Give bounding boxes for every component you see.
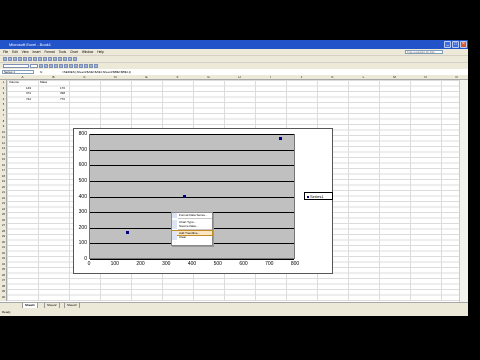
cell-a4[interactable]: 742 bbox=[26, 97, 31, 102]
x-tick-label: 100 bbox=[110, 261, 119, 267]
menu-chart[interactable]: Chart bbox=[70, 50, 78, 54]
maximize-button[interactable]: □ bbox=[452, 41, 459, 48]
drawing-icon[interactable] bbox=[73, 57, 77, 61]
italic-icon[interactable] bbox=[44, 64, 48, 68]
preview-icon[interactable] bbox=[23, 57, 27, 61]
sort-icon[interactable] bbox=[63, 57, 67, 61]
cell-a1[interactable]: Volume bbox=[9, 80, 19, 85]
menu-view[interactable]: View bbox=[22, 50, 29, 54]
y-tick-label: 600 bbox=[78, 162, 87, 169]
status-bar: Ready bbox=[0, 308, 468, 316]
cut-icon[interactable] bbox=[33, 57, 37, 61]
undo-icon[interactable] bbox=[48, 57, 52, 61]
legend-series-label: Series1 bbox=[310, 194, 324, 199]
font-size-select[interactable] bbox=[30, 64, 38, 68]
vertical-scrollbar[interactable] bbox=[459, 80, 468, 302]
x-tick-label: 700 bbox=[265, 261, 274, 267]
cell-b3[interactable]: 398 bbox=[60, 91, 65, 96]
legend-marker-icon bbox=[307, 195, 309, 198]
sum-icon[interactable] bbox=[58, 57, 62, 61]
x-tick-label: 0 bbox=[87, 261, 91, 267]
y-tick-label: 100 bbox=[78, 240, 87, 247]
menu-insert[interactable]: Insert bbox=[33, 50, 41, 54]
y-tick-label: 400 bbox=[78, 193, 87, 200]
bold-icon[interactable] bbox=[39, 64, 43, 68]
cell-b2[interactable]: 170 bbox=[60, 86, 65, 91]
menu-clear[interactable]: Clear bbox=[172, 235, 212, 240]
help-search-box[interactable]: Type a question for help bbox=[405, 50, 443, 54]
name-box[interactable]: Series 1 bbox=[2, 70, 34, 74]
window-title: Microsoft Excel - Book1 bbox=[9, 42, 52, 47]
paste-icon[interactable] bbox=[43, 57, 47, 61]
merge-icon[interactable] bbox=[69, 64, 73, 68]
y-tick-label: 200 bbox=[78, 224, 87, 231]
context-menu: Format Data Series... Chart Type... Sour… bbox=[171, 212, 213, 246]
row-headers: 1 2 3 4 5 6 7 8 9 10 11 12 13 14 15 16 17 18 19 20 21 22 23 24 2… bbox=[0, 80, 7, 301]
cell-b4[interactable]: 770 bbox=[60, 97, 65, 102]
row-header[interactable]: 40 bbox=[0, 295, 7, 301]
align-center-icon[interactable] bbox=[59, 64, 63, 68]
menu-source-data[interactable]: Source Data... bbox=[172, 224, 212, 229]
menu-window[interactable]: Window bbox=[82, 50, 93, 54]
y-tick-label: 700 bbox=[78, 146, 87, 153]
align-left-icon[interactable] bbox=[54, 64, 58, 68]
save-icon[interactable] bbox=[13, 57, 17, 61]
new-icon[interactable] bbox=[3, 57, 7, 61]
y-tick-label: 500 bbox=[78, 177, 87, 184]
x-tick-label: 500 bbox=[213, 261, 222, 267]
gridline bbox=[90, 196, 294, 198]
gridline bbox=[90, 259, 294, 260]
cell-a2[interactable]: 149 bbox=[26, 86, 31, 91]
fill-color-icon[interactable] bbox=[89, 64, 93, 68]
font-select[interactable] bbox=[3, 64, 29, 68]
x-tick-label: 600 bbox=[239, 261, 248, 267]
x-tick-label: 400 bbox=[187, 261, 197, 267]
spelling-icon[interactable] bbox=[28, 57, 32, 61]
gridline bbox=[90, 180, 294, 182]
data-point[interactable] bbox=[183, 195, 187, 199]
menu-format[interactable]: Format bbox=[44, 50, 54, 54]
data-point[interactable] bbox=[125, 230, 129, 234]
currency-icon[interactable] bbox=[74, 64, 78, 68]
align-right-icon[interactable] bbox=[64, 64, 68, 68]
x-tick-label: 300 bbox=[162, 261, 171, 267]
chart-legend[interactable]: Series1 bbox=[304, 192, 333, 200]
font-color-icon[interactable] bbox=[94, 64, 98, 68]
percent-icon[interactable] bbox=[79, 64, 83, 68]
print-icon[interactable] bbox=[18, 57, 22, 61]
menu-tools[interactable]: Tools bbox=[59, 50, 66, 54]
menu-file[interactable]: File bbox=[3, 50, 8, 54]
x-tick-label: 800 bbox=[290, 261, 300, 267]
y-tick-label: 800 bbox=[78, 131, 87, 137]
gridline bbox=[90, 134, 294, 135]
cell-b1[interactable]: Mass bbox=[40, 80, 47, 85]
underline-icon[interactable] bbox=[49, 64, 53, 68]
menu-format-data-series[interactable]: Format Data Series... bbox=[172, 213, 212, 218]
redo-icon[interactable] bbox=[53, 57, 57, 61]
menu-edit[interactable]: Edit bbox=[12, 50, 18, 54]
gridline bbox=[90, 149, 294, 151]
excel-window: Microsoft Excel - Book1 _ □ × File Edit Vi… bbox=[0, 40, 468, 316]
close-button[interactable]: × bbox=[460, 41, 467, 48]
y-tick-label: 300 bbox=[78, 209, 87, 216]
status-text: Ready bbox=[2, 310, 11, 314]
open-icon[interactable] bbox=[8, 57, 12, 61]
copy-icon[interactable] bbox=[38, 57, 42, 61]
gridline bbox=[90, 165, 294, 167]
borders-icon[interactable] bbox=[84, 64, 88, 68]
data-point[interactable] bbox=[278, 137, 282, 141]
title-bar: Microsoft Excel - Book1 _ □ × bbox=[0, 40, 468, 49]
chart-wizard-icon[interactable] bbox=[68, 57, 72, 61]
x-tick-label: 200 bbox=[136, 261, 145, 267]
menu-help[interactable]: Help bbox=[97, 50, 104, 54]
standard-toolbar bbox=[0, 55, 468, 62]
formatting-toolbar bbox=[0, 62, 468, 69]
cell-a3[interactable]: 372 bbox=[26, 91, 31, 96]
minimize-button[interactable]: _ bbox=[444, 41, 451, 48]
